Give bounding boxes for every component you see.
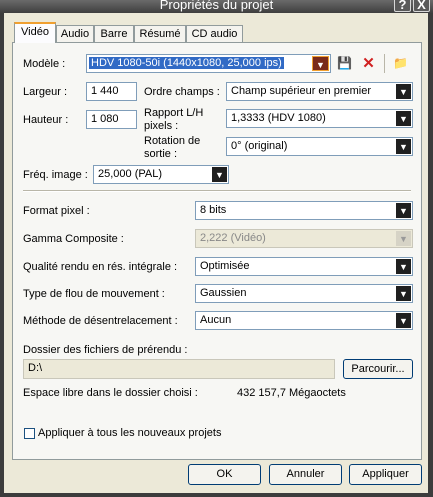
pixel-aspect-select[interactable]: 1,3333 (HDV 1080) ▼ — [226, 109, 413, 128]
aspect-label: Rapport L/H — [144, 107, 204, 119]
template-label: Modèle : — [23, 58, 66, 70]
aspect-label-2: pixels : — [144, 120, 179, 132]
rotation-label: Rotation de — [144, 135, 201, 147]
prerender-folder-input[interactable]: D:\ — [23, 359, 335, 379]
frame-rate-select[interactable]: 25,000 (PAL) ▼ — [93, 165, 229, 184]
width-label: Largeur : — [23, 86, 68, 98]
rotation-select[interactable]: 0° (original) ▼ — [226, 137, 413, 156]
tab-barre[interactable]: Barre — [94, 25, 134, 42]
window-frame-right — [428, 13, 433, 497]
free-space-label: Espace libre dans le dossier choisi : — [23, 387, 198, 399]
frame-rate-value: 25,000 (PAL) — [98, 168, 163, 180]
width-input[interactable]: 1 440 — [86, 82, 137, 101]
template-select[interactable]: HDV 1080-50i (1440x1080, 25,000 ips) ▼ — [86, 54, 331, 73]
tab-audio[interactable]: Audio — [56, 25, 94, 42]
tab-resume[interactable]: Résumé — [134, 25, 186, 42]
window-frame-left — [0, 13, 4, 497]
browse-button[interactable]: Parcourir... — [343, 359, 413, 379]
divider — [23, 190, 411, 192]
folder-icon[interactable]: 📁 — [392, 55, 409, 72]
gamma-select: 2,222 (Vidéo) ▼ — [195, 229, 413, 248]
chevron-down-icon: ▼ — [396, 286, 411, 301]
window-frame-bottom — [0, 493, 433, 497]
chevron-down-icon: ▼ — [312, 56, 329, 71]
apply-button[interactable]: Appliquer — [349, 464, 422, 485]
prerender-folder-label: Dossier des fichiers de prérendu : — [23, 344, 188, 356]
ok-button[interactable]: OK — [188, 464, 261, 485]
free-space-value: 432 157,7 Mégaoctets — [237, 387, 346, 399]
render-quality-select[interactable]: Optimisée ▼ — [195, 257, 413, 276]
deinterlace-value: Aucun — [200, 314, 232, 326]
render-quality-label: Qualité rendu en rés. intégrale : — [23, 261, 178, 273]
frame-rate-label: Fréq. image : — [23, 169, 88, 181]
field-order-label: Ordre champs : — [144, 86, 220, 98]
tab-cd-audio[interactable]: CD audio — [186, 25, 243, 42]
rotation-label-2: sortie : — [144, 148, 178, 160]
motion-blur-select[interactable]: Gaussien ▼ — [195, 284, 413, 303]
tab-video[interactable]: Vidéo — [14, 22, 56, 43]
pixel-format-value: 8 bits — [200, 204, 227, 216]
help-button[interactable]: ? — [394, 0, 411, 12]
pixel-aspect-value: 1,3333 (HDV 1080) — [231, 112, 326, 124]
chevron-down-icon: ▼ — [396, 259, 411, 274]
toolbar-divider — [384, 54, 385, 73]
close-button[interactable]: X — [413, 0, 430, 12]
apply-all-label: Appliquer à tous les nouveaux projets — [38, 427, 222, 439]
delete-icon[interactable]: ✕ — [360, 55, 377, 72]
height-label: Hauteur : — [23, 114, 69, 126]
height-input[interactable]: 1 080 — [86, 110, 137, 129]
window-title: Propriétés du projet — [159, 0, 274, 12]
save-icon[interactable]: 💾 — [336, 55, 353, 72]
template-value: HDV 1080-50i (1440x1080, 25,000 ips) — [89, 57, 284, 69]
motion-blur-value: Gaussien — [200, 287, 247, 299]
pixel-format-select[interactable]: 8 bits ▼ — [195, 201, 413, 220]
rotation-value: 0° (original) — [231, 140, 288, 152]
chevron-down-icon: ▼ — [396, 139, 411, 154]
chevron-down-icon: ▼ — [396, 111, 411, 126]
chevron-down-icon: ▼ — [212, 167, 227, 182]
chevron-down-icon: ▼ — [396, 231, 411, 246]
field-order-value: Champ supérieur en premier — [231, 85, 372, 97]
deinterlace-select[interactable]: Aucun ▼ — [195, 311, 413, 330]
gamma-label: Gamma Composite : — [23, 233, 124, 245]
chevron-down-icon: ▼ — [396, 84, 411, 99]
gamma-value: 2,222 (Vidéo) — [200, 232, 266, 244]
motion-blur-label: Type de flou de mouvement : — [23, 288, 165, 300]
pixel-format-label: Format pixel : — [23, 205, 90, 217]
apply-all-checkbox[interactable] — [24, 428, 35, 439]
chevron-down-icon: ▼ — [396, 203, 411, 218]
cancel-button[interactable]: Annuler — [269, 464, 342, 485]
field-order-select[interactable]: Champ supérieur en premier ▼ — [226, 82, 413, 101]
deinterlace-label: Méthode de désentrelacement : — [23, 315, 178, 327]
chevron-down-icon: ▼ — [396, 313, 411, 328]
render-quality-value: Optimisée — [200, 260, 250, 272]
